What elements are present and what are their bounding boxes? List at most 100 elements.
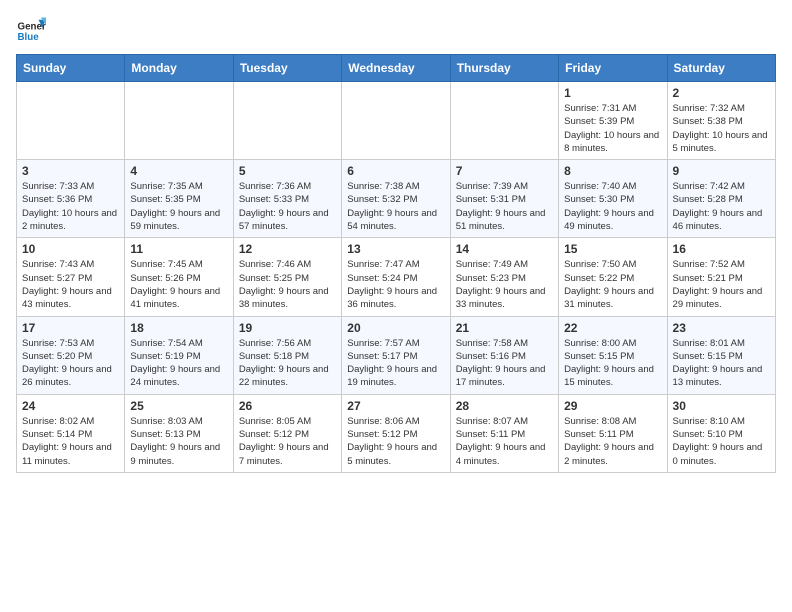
day-info: Sunrise: 7:53 AM Sunset: 5:20 PM Dayligh… — [22, 337, 119, 390]
day-info: Sunrise: 7:54 AM Sunset: 5:19 PM Dayligh… — [130, 337, 227, 390]
day-info: Sunrise: 7:56 AM Sunset: 5:18 PM Dayligh… — [239, 337, 336, 390]
day-info: Sunrise: 7:57 AM Sunset: 5:17 PM Dayligh… — [347, 337, 444, 390]
day-info: Sunrise: 7:35 AM Sunset: 5:35 PM Dayligh… — [130, 180, 227, 233]
day-cell: 24Sunrise: 8:02 AM Sunset: 5:14 PM Dayli… — [17, 394, 125, 472]
day-info: Sunrise: 7:38 AM Sunset: 5:32 PM Dayligh… — [347, 180, 444, 233]
week-row-5: 24Sunrise: 8:02 AM Sunset: 5:14 PM Dayli… — [17, 394, 776, 472]
day-cell: 14 Sunrise: 7:49 AM Sunset: 5:23 PM Dayli… — [450, 238, 558, 316]
day-cell: 20 Sunrise: 7:57 AM Sunset: 5:17 PM Dayli… — [342, 316, 450, 394]
day-number: 15 — [564, 242, 661, 256]
day-cell: 18 Sunrise: 7:54 AM Sunset: 5:19 PM Dayli… — [125, 316, 233, 394]
day-info: Sunrise: 7:39 AM Sunset: 5:31 PM Dayligh… — [456, 180, 553, 233]
day-number: 27 — [347, 399, 444, 413]
day-number: 3 — [22, 164, 119, 178]
day-info: Sunrise: 7:33 AM Sunset: 5:36 PM Dayligh… — [22, 180, 119, 233]
day-cell: 4 Sunrise: 7:35 AM Sunset: 5:35 PM Daylig… — [125, 160, 233, 238]
day-number: 1 — [564, 86, 661, 100]
day-cell: 13Sunrise: 7:47 AM Sunset: 5:24 PM Dayli… — [342, 238, 450, 316]
weekday-header-saturday: Saturday — [667, 55, 775, 82]
day-number: 25 — [130, 399, 227, 413]
day-cell: 2 Sunrise: 7:32 AM Sunset: 5:38 PM Daylig… — [667, 82, 775, 160]
day-info: Sunrise: 8:08 AM Sunset: 5:11 PM Dayligh… — [564, 415, 661, 468]
day-number: 2 — [673, 86, 770, 100]
weekday-header-sunday: Sunday — [17, 55, 125, 82]
day-info: Sunrise: 8:06 AM Sunset: 5:12 PM Dayligh… — [347, 415, 444, 468]
day-number: 13 — [347, 242, 444, 256]
day-info: Sunrise: 7:31 AM Sunset: 5:39 PM Dayligh… — [564, 102, 661, 155]
day-cell: 7 Sunrise: 7:39 AM Sunset: 5:31 PM Daylig… — [450, 160, 558, 238]
day-cell — [342, 82, 450, 160]
weekday-header-friday: Friday — [559, 55, 667, 82]
day-cell: 22 Sunrise: 8:00 AM Sunset: 5:15 PM Dayli… — [559, 316, 667, 394]
day-info: Sunrise: 7:32 AM Sunset: 5:38 PM Dayligh… — [673, 102, 770, 155]
day-cell: 15 Sunrise: 7:50 AM Sunset: 5:22 PM Dayli… — [559, 238, 667, 316]
week-row-2: 3 Sunrise: 7:33 AM Sunset: 5:36 PM Daylig… — [17, 160, 776, 238]
day-info: Sunrise: 7:42 AM Sunset: 5:28 PM Dayligh… — [673, 180, 770, 233]
day-number: 8 — [564, 164, 661, 178]
day-cell: 11Sunrise: 7:45 AM Sunset: 5:26 PM Dayli… — [125, 238, 233, 316]
day-cell: 8 Sunrise: 7:40 AM Sunset: 5:30 PM Daylig… — [559, 160, 667, 238]
day-cell: 12 Sunrise: 7:46 AM Sunset: 5:25 PM Dayli… — [233, 238, 341, 316]
day-cell: 26 Sunrise: 8:05 AM Sunset: 5:12 PM Dayli… — [233, 394, 341, 472]
week-row-1: 1 Sunrise: 7:31 AM Sunset: 5:39 PM Daylig… — [17, 82, 776, 160]
day-number: 10 — [22, 242, 119, 256]
day-cell: 6 Sunrise: 7:38 AM Sunset: 5:32 PM Daylig… — [342, 160, 450, 238]
day-cell: 30 Sunrise: 8:10 AM Sunset: 5:10 PM Dayli… — [667, 394, 775, 472]
page-header: General Blue — [16, 16, 776, 46]
day-cell: 23 Sunrise: 8:01 AM Sunset: 5:15 PM Dayli… — [667, 316, 775, 394]
day-number: 20 — [347, 321, 444, 335]
day-cell: 3 Sunrise: 7:33 AM Sunset: 5:36 PM Daylig… — [17, 160, 125, 238]
day-cell: 27 Sunrise: 8:06 AM Sunset: 5:12 PM Dayli… — [342, 394, 450, 472]
day-info: Sunrise: 7:43 AM Sunset: 5:27 PM Dayligh… — [22, 258, 119, 311]
day-cell: 9Sunrise: 7:42 AM Sunset: 5:28 PM Daylig… — [667, 160, 775, 238]
day-info: Sunrise: 7:46 AM Sunset: 5:25 PM Dayligh… — [239, 258, 336, 311]
day-info: Sunrise: 8:00 AM Sunset: 5:15 PM Dayligh… — [564, 337, 661, 390]
logo: General Blue — [16, 16, 46, 46]
day-info: Sunrise: 7:40 AM Sunset: 5:30 PM Dayligh… — [564, 180, 661, 233]
day-info: Sunrise: 8:10 AM Sunset: 5:10 PM Dayligh… — [673, 415, 770, 468]
day-info: Sunrise: 8:01 AM Sunset: 5:15 PM Dayligh… — [673, 337, 770, 390]
day-number: 14 — [456, 242, 553, 256]
day-info: Sunrise: 7:50 AM Sunset: 5:22 PM Dayligh… — [564, 258, 661, 311]
day-number: 6 — [347, 164, 444, 178]
day-number: 30 — [673, 399, 770, 413]
weekday-header-thursday: Thursday — [450, 55, 558, 82]
day-cell: 21 Sunrise: 7:58 AM Sunset: 5:16 PM Dayli… — [450, 316, 558, 394]
day-cell: 1 Sunrise: 7:31 AM Sunset: 5:39 PM Daylig… — [559, 82, 667, 160]
day-number: 29 — [564, 399, 661, 413]
day-number: 26 — [239, 399, 336, 413]
day-number: 21 — [456, 321, 553, 335]
day-cell — [125, 82, 233, 160]
day-number: 23 — [673, 321, 770, 335]
day-cell: 25 Sunrise: 8:03 AM Sunset: 5:13 PM Dayli… — [125, 394, 233, 472]
day-info: Sunrise: 8:05 AM Sunset: 5:12 PM Dayligh… — [239, 415, 336, 468]
day-cell — [17, 82, 125, 160]
day-info: Sunrise: 7:36 AM Sunset: 5:33 PM Dayligh… — [239, 180, 336, 233]
day-cell — [450, 82, 558, 160]
day-cell: 16 Sunrise: 7:52 AM Sunset: 5:21 PM Dayli… — [667, 238, 775, 316]
day-number: 22 — [564, 321, 661, 335]
day-number: 4 — [130, 164, 227, 178]
day-info: Sunrise: 7:52 AM Sunset: 5:21 PM Dayligh… — [673, 258, 770, 311]
day-info: Sunrise: 7:58 AM Sunset: 5:16 PM Dayligh… — [456, 337, 553, 390]
day-number: 7 — [456, 164, 553, 178]
day-number: 16 — [673, 242, 770, 256]
weekday-header-monday: Monday — [125, 55, 233, 82]
svg-text:Blue: Blue — [18, 32, 40, 43]
day-number: 18 — [130, 321, 227, 335]
weekday-header-row: SundayMondayTuesdayWednesdayThursdayFrid… — [17, 55, 776, 82]
day-info: Sunrise: 8:03 AM Sunset: 5:13 PM Dayligh… — [130, 415, 227, 468]
day-number: 12 — [239, 242, 336, 256]
day-info: Sunrise: 8:07 AM Sunset: 5:11 PM Dayligh… — [456, 415, 553, 468]
day-number: 17 — [22, 321, 119, 335]
week-row-3: 10 Sunrise: 7:43 AM Sunset: 5:27 PM Dayli… — [17, 238, 776, 316]
day-info: Sunrise: 8:02 AM Sunset: 5:14 PM Dayligh… — [22, 415, 119, 468]
day-cell: 19 Sunrise: 7:56 AM Sunset: 5:18 PM Dayli… — [233, 316, 341, 394]
day-number: 19 — [239, 321, 336, 335]
day-info: Sunrise: 7:49 AM Sunset: 5:23 PM Dayligh… — [456, 258, 553, 311]
day-cell: 28Sunrise: 8:07 AM Sunset: 5:11 PM Dayli… — [450, 394, 558, 472]
day-info: Sunrise: 7:45 AM Sunset: 5:26 PM Dayligh… — [130, 258, 227, 311]
day-number: 5 — [239, 164, 336, 178]
day-cell: 10 Sunrise: 7:43 AM Sunset: 5:27 PM Dayli… — [17, 238, 125, 316]
weekday-header-tuesday: Tuesday — [233, 55, 341, 82]
